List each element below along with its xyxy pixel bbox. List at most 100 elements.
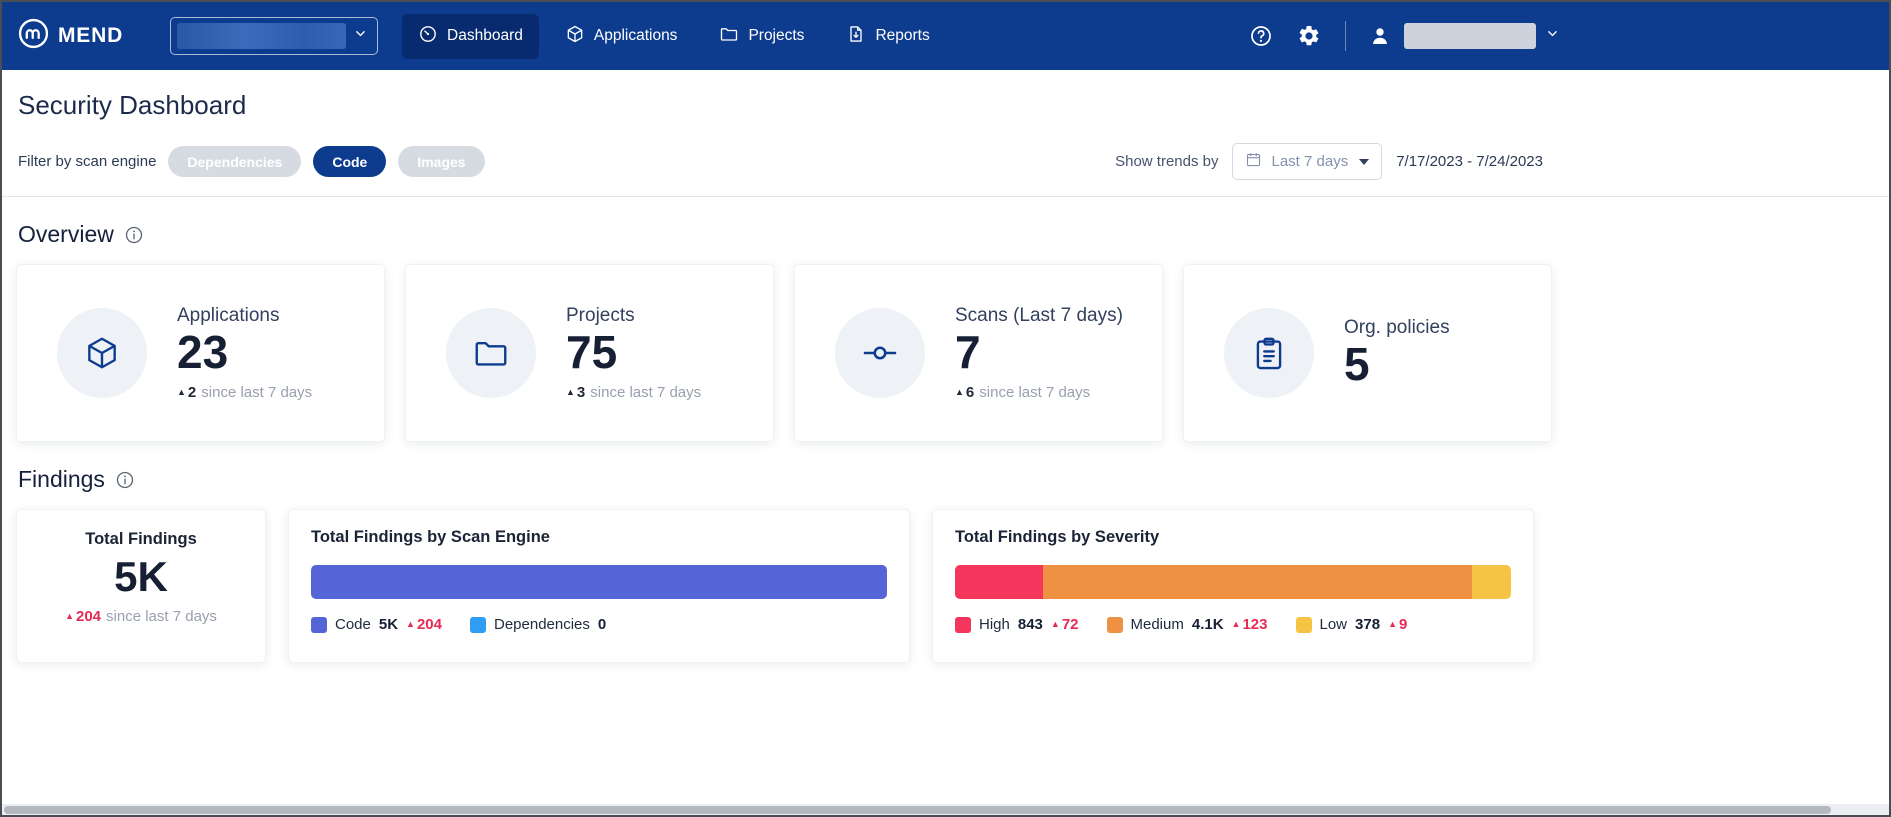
severity-legend: High 843 ▲72 Medium 4.1K ▲123 Low 378 ▲9 [955, 616, 1511, 633]
bar-segment-low [1472, 565, 1511, 599]
severity-bar-chart [955, 565, 1511, 599]
nav-label: Applications [594, 27, 678, 45]
bar-segment-medium [1043, 565, 1472, 599]
user-menu[interactable] [1368, 23, 1559, 49]
legend-label: Dependencies [494, 616, 590, 633]
nav-applications[interactable]: Applications [549, 14, 694, 59]
findings-cards: Total Findings 5K ▲204since last 7 days … [16, 509, 1875, 663]
trends-label: Show trends by [1115, 153, 1218, 170]
nav-dashboard[interactable]: Dashboard [402, 14, 539, 59]
filter-code-button[interactable]: Code [313, 146, 386, 177]
scrollbar-thumb[interactable] [4, 806, 1831, 814]
org-name-redacted [177, 23, 346, 49]
chevron-down-icon [1546, 27, 1559, 45]
low-swatch [1296, 617, 1312, 633]
trend-period-dropdown[interactable]: Last 7 days [1232, 143, 1382, 180]
legend-delta: ▲204 [406, 616, 442, 633]
card-label: Org. policies [1344, 317, 1450, 339]
high-swatch [955, 617, 971, 633]
report-download-icon [846, 24, 866, 49]
info-icon[interactable] [115, 470, 135, 490]
card-value: 75 [566, 327, 701, 378]
card-delta: ▲3since last 7 days [566, 384, 701, 401]
trend-up-icon: ▲ [955, 387, 964, 397]
code-swatch [311, 617, 327, 633]
cube-icon [57, 308, 147, 398]
legend-delta: ▲72 [1051, 616, 1079, 633]
cube-icon [565, 24, 585, 49]
navbar-divider [1345, 21, 1346, 51]
card-label: Applications [177, 305, 312, 327]
clipboard-icon [1224, 308, 1314, 398]
legend-value: 5K [379, 616, 398, 633]
trends-controls: Show trends by Last 7 days 7/17/2023 - 7… [1115, 143, 1543, 180]
top-navbar: MEND Dashboard Applications Projects [2, 2, 1889, 70]
bar-segment-high [955, 565, 1043, 599]
chevron-down-icon [354, 27, 367, 45]
card-value: 5 [1344, 339, 1450, 390]
scans-card: Scans (Last 7 days) 7 ▲6since last 7 day… [794, 264, 1163, 442]
legend-value: 4.1K [1192, 616, 1224, 633]
org-selector-dropdown[interactable] [170, 17, 378, 55]
dashboard-gauge-icon [418, 24, 438, 49]
nav-label: Projects [748, 27, 804, 45]
legend-label: Low [1320, 616, 1348, 633]
trend-up-icon: ▲ [406, 619, 415, 629]
medium-swatch [1107, 617, 1123, 633]
trend-period-value: Last 7 days [1271, 153, 1348, 170]
legend-item-low: Low 378 ▲9 [1296, 616, 1408, 633]
filter-dependencies-button[interactable]: Dependencies [168, 146, 301, 177]
page-header: Security Dashboard Filter by scan engine… [2, 90, 1889, 180]
mend-logo-icon [18, 18, 49, 54]
nav-label: Dashboard [447, 27, 523, 45]
total-findings-value: 5K [17, 553, 265, 601]
nav-projects[interactable]: Projects [703, 14, 820, 59]
legend-delta: ▲9 [1388, 616, 1407, 633]
dependencies-swatch [470, 617, 486, 633]
scan-commit-icon [835, 308, 925, 398]
trend-up-icon: ▲ [1051, 619, 1060, 629]
card-title: Total Findings by Severity [955, 528, 1511, 547]
filter-label: Filter by scan engine [18, 153, 156, 170]
nav-reports[interactable]: Reports [830, 14, 945, 59]
trend-up-icon: ▲ [1232, 619, 1241, 629]
folder-icon [446, 308, 536, 398]
mend-logo[interactable]: MEND [18, 18, 123, 54]
legend-value: 0 [598, 616, 606, 633]
help-icon[interactable] [1249, 23, 1275, 49]
trend-up-icon: ▲ [1388, 619, 1397, 629]
filter-images-button[interactable]: Images [398, 146, 484, 177]
findings-by-engine-card: Total Findings by Scan Engine Code 5K ▲2… [288, 509, 910, 663]
card-delta: ▲6since last 7 days [955, 384, 1123, 401]
page-title: Security Dashboard [18, 90, 1873, 121]
navbar-right [1249, 21, 1559, 51]
date-range: 7/17/2023 - 7/24/2023 [1396, 153, 1543, 170]
card-title: Total Findings [17, 530, 265, 549]
org-policies-card: Org. policies 5 [1183, 264, 1552, 442]
findings-title: Findings [18, 466, 105, 493]
trend-up-icon: ▲ [566, 387, 575, 397]
gear-icon[interactable] [1297, 23, 1323, 49]
legend-item-dependencies: Dependencies 0 [470, 616, 606, 633]
applications-card: Applications 23 ▲2since last 7 days [16, 264, 385, 442]
card-value: 23 [177, 327, 312, 378]
trend-up-icon: ▲ [177, 387, 186, 397]
user-name-redacted [1404, 23, 1536, 49]
nav-label: Reports [875, 27, 929, 45]
overview-section-head: Overview [18, 221, 1873, 248]
engine-legend: Code 5K ▲204 Dependencies 0 [311, 616, 887, 633]
user-icon [1368, 23, 1394, 49]
brand-name: MEND [58, 24, 123, 48]
legend-item-code: Code 5K ▲204 [311, 616, 442, 633]
card-delta: ▲204since last 7 days [17, 608, 265, 625]
info-icon[interactable] [124, 225, 144, 245]
engine-bar-chart [311, 565, 887, 599]
legend-label: Code [335, 616, 371, 633]
legend-item-high: High 843 ▲72 [955, 616, 1079, 633]
bar-segment-code [311, 565, 887, 599]
legend-delta: ▲123 [1232, 616, 1268, 633]
findings-by-severity-card: Total Findings by Severity High 843 ▲72 … [932, 509, 1534, 663]
main-nav: Dashboard Applications Projects Reports [402, 14, 946, 59]
overview-title: Overview [18, 221, 114, 248]
card-delta: ▲2since last 7 days [177, 384, 312, 401]
